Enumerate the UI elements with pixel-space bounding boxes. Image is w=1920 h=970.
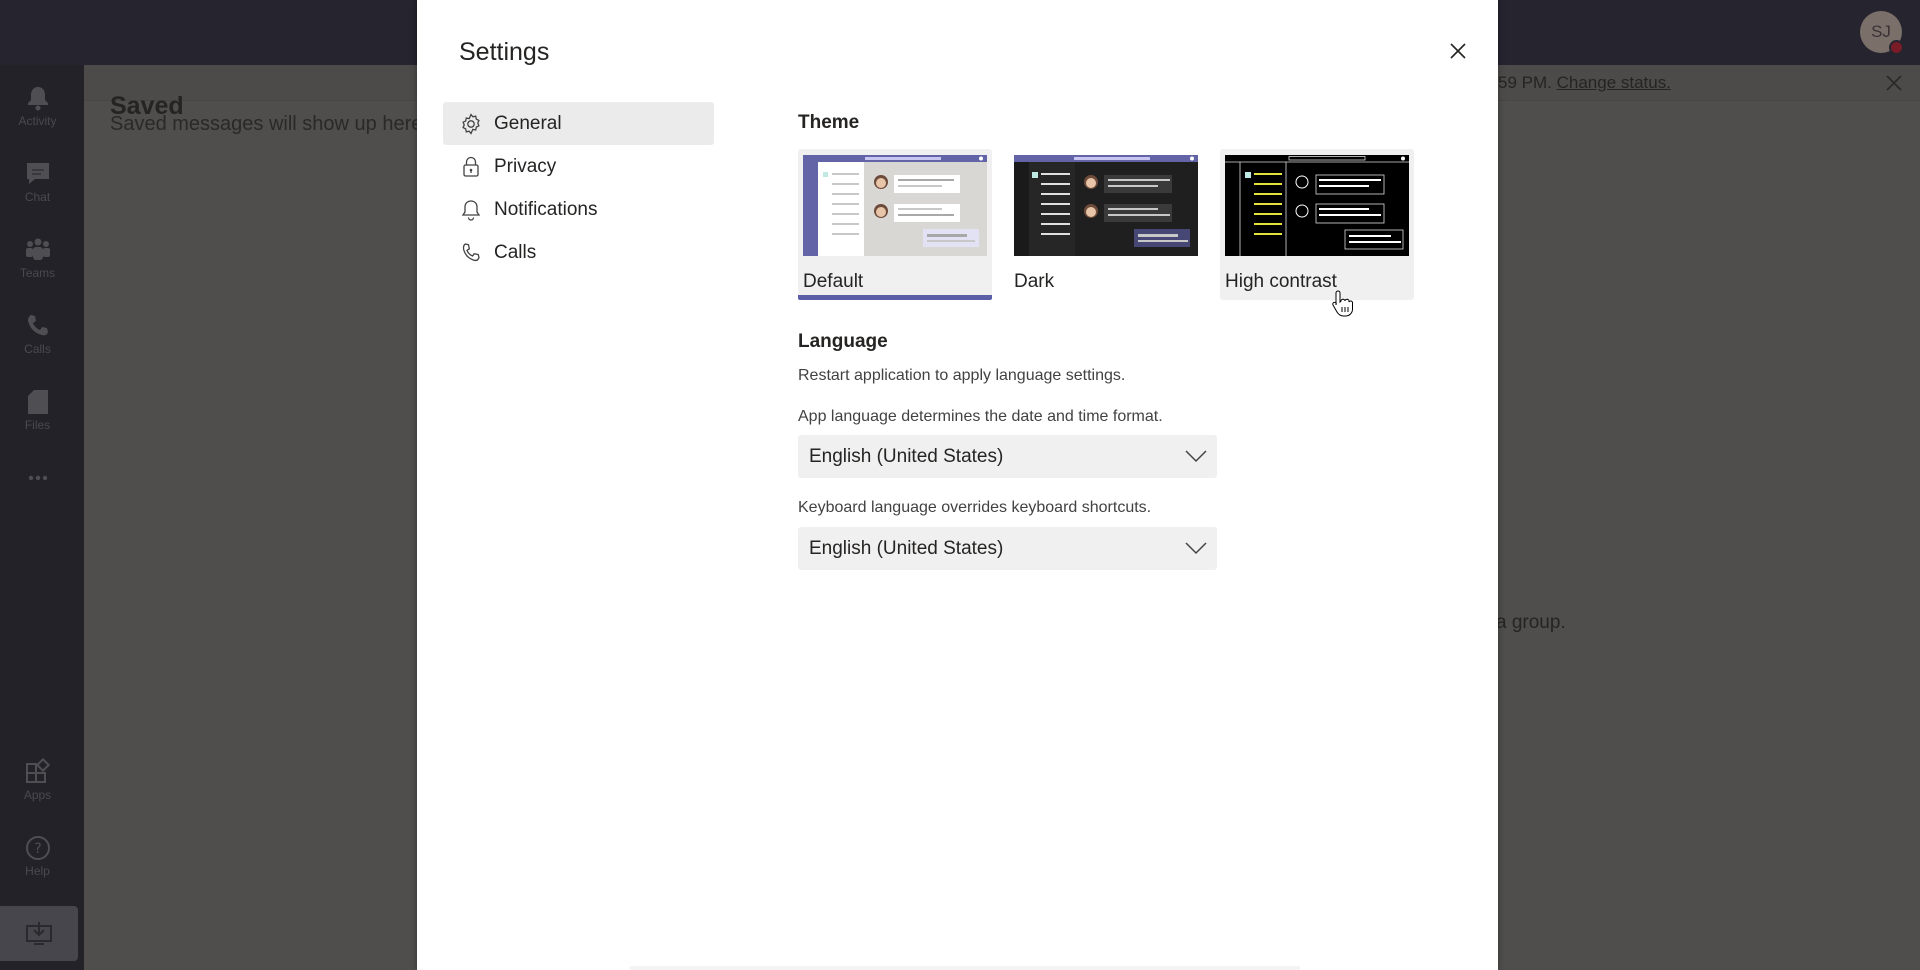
nav-item-calls[interactable]: Calls [443, 231, 714, 274]
rail-label: Teams [19, 266, 56, 280]
language-heading: Language [798, 331, 888, 352]
selected-value: English (United States) [809, 537, 1004, 559]
phone-icon [462, 242, 480, 261]
nav-item-notifications[interactable]: Notifications [443, 188, 714, 231]
nav-label: Calls [494, 241, 537, 263]
rail-item-more[interactable] [0, 455, 75, 521]
avatar[interactable]: SJ [1860, 11, 1904, 55]
close-icon[interactable] [1445, 38, 1471, 64]
file-icon [27, 390, 48, 414]
rail-label: Apps [23, 788, 52, 802]
download-icon [26, 921, 52, 945]
app-language-hint: App language determines the date and tim… [798, 408, 1163, 425]
download-app-button[interactable] [0, 906, 78, 961]
rail-item-help[interactable]: ? Help [0, 825, 75, 891]
close-icon[interactable] [1884, 73, 1904, 93]
rail-item-apps[interactable]: Apps [0, 749, 75, 815]
apps-icon [25, 758, 50, 783]
dialog-footer-divider [630, 966, 1300, 970]
app-rail: Activity Chat Teams Calls Files Apps ? H… [0, 65, 84, 970]
rail-item-files[interactable]: Files [0, 379, 75, 445]
app-language-dropdown[interactable]: English (United States) [798, 435, 1217, 478]
rail-item-chat[interactable]: Chat [0, 151, 75, 217]
settings-nav: General Privacy Notifications Calls [443, 102, 714, 274]
bell-icon [27, 87, 48, 111]
nav-item-general[interactable]: General [443, 102, 714, 145]
settings-dialog: Settings General Privacy Notifications C… [417, 0, 1498, 970]
avatar-initials: SJ [1871, 22, 1891, 41]
rail-label: Activity [18, 114, 57, 128]
nav-label: General [494, 112, 562, 134]
default-theme-preview [803, 155, 987, 256]
rail-item-activity[interactable]: Activity [0, 75, 75, 141]
nav-label: Notifications [494, 198, 598, 220]
more-icon [28, 475, 47, 481]
gear-icon [462, 112, 480, 135]
rail-label: Help [25, 864, 50, 878]
dark-theme-preview [1014, 155, 1198, 256]
high-contrast-theme-preview [1225, 155, 1409, 256]
teams-icon [25, 238, 50, 260]
nav-label: Privacy [494, 155, 557, 177]
help-icon: ? [25, 836, 50, 860]
banner-message: 59 PM. Change status. [1498, 73, 1671, 92]
restart-note: Restart application to apply language se… [798, 367, 1126, 384]
selected-value: English (United States) [809, 445, 1004, 467]
rail-label: Calls [24, 342, 51, 356]
hand-cursor-icon [1332, 290, 1353, 317]
rail-item-calls[interactable]: Calls [0, 303, 75, 369]
dialog-title: Settings [459, 38, 550, 66]
background-text: a group. [1496, 612, 1566, 633]
lock-icon [463, 156, 479, 177]
theme-option-high-contrast[interactable]: High contrast [1220, 149, 1414, 300]
rail-label: Chat [24, 190, 51, 204]
presence-badge [1889, 40, 1904, 55]
theme-heading: Theme [798, 112, 860, 133]
saved-subtitle: Saved messages will show up here [110, 113, 423, 135]
theme-option-default[interactable]: Default [798, 149, 992, 300]
theme-option-dark[interactable]: Dark [1009, 149, 1203, 300]
keyboard-language-dropdown[interactable]: English (United States) [798, 527, 1217, 570]
rail-item-teams[interactable]: Teams [0, 227, 75, 293]
chat-icon [26, 163, 49, 184]
rail-label: Files [24, 418, 51, 432]
keyboard-language-hint: Keyboard language overrides keyboard sho… [798, 499, 1152, 516]
chevron-down-icon [1185, 542, 1207, 555]
phone-icon [27, 315, 48, 336]
theme-label: Default [803, 271, 864, 292]
svg-text:?: ? [34, 841, 41, 857]
theme-label: Dark [1014, 271, 1055, 292]
nav-item-privacy[interactable]: Privacy [443, 145, 714, 188]
chevron-down-icon [1185, 450, 1207, 463]
bell-icon [461, 199, 481, 221]
theme-label: High contrast [1225, 271, 1337, 292]
change-status-link[interactable]: Change status. [1557, 73, 1671, 92]
